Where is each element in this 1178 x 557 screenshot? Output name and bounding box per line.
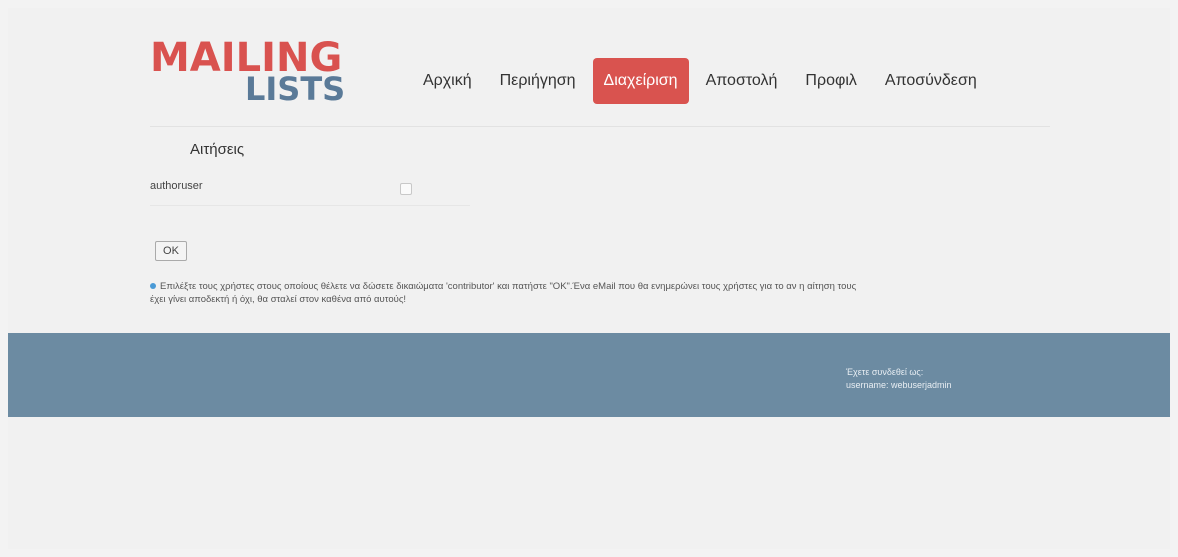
login-status: Έχετε συνδεθεί ως: username: webuserjadm… <box>846 366 952 392</box>
nav-logout[interactable]: Αποσύνδεση <box>874 58 988 104</box>
info-bullet-icon <box>150 283 156 290</box>
main-nav: Αρχική Περιήγηση Διαχείριση Αποστολή Προ… <box>412 58 994 104</box>
footer: Έχετε συνδεθεί ως: username: webuserjadm… <box>8 333 1170 417</box>
nav-profile[interactable]: Προφιλ <box>794 58 867 104</box>
request-checkbox[interactable] <box>400 183 412 195</box>
login-value: username: webuserjadmin <box>846 380 952 390</box>
ok-button[interactable]: OK <box>155 241 187 261</box>
requests-title: Αιτήσεις <box>190 141 245 158</box>
login-label: Έχετε συνδεθεί ως: <box>846 367 924 377</box>
info-message: Επιλέξτε τους χρήστες στους οποίους θέλε… <box>150 280 1070 306</box>
nav-send[interactable]: Αποστολή <box>695 58 789 104</box>
nav-admin[interactable]: Διαχείριση <box>592 58 689 104</box>
info-line1: Επιλέξτε τους χρήστες στους οποίους θέλε… <box>160 281 857 292</box>
logo-line2: LISTS <box>245 70 346 108</box>
info-line2: έχει γίνει αποδεκτή ή όχι, θα σταλεί στο… <box>150 294 407 305</box>
logo[interactable]: MAILING LISTS <box>150 36 360 108</box>
request-username: authoruser <box>150 180 203 192</box>
nav-home[interactable]: Αρχική <box>412 58 483 104</box>
nav-browse[interactable]: Περιήγηση <box>489 58 587 104</box>
header-divider <box>150 126 1050 127</box>
request-row: authoruser <box>150 173 470 206</box>
